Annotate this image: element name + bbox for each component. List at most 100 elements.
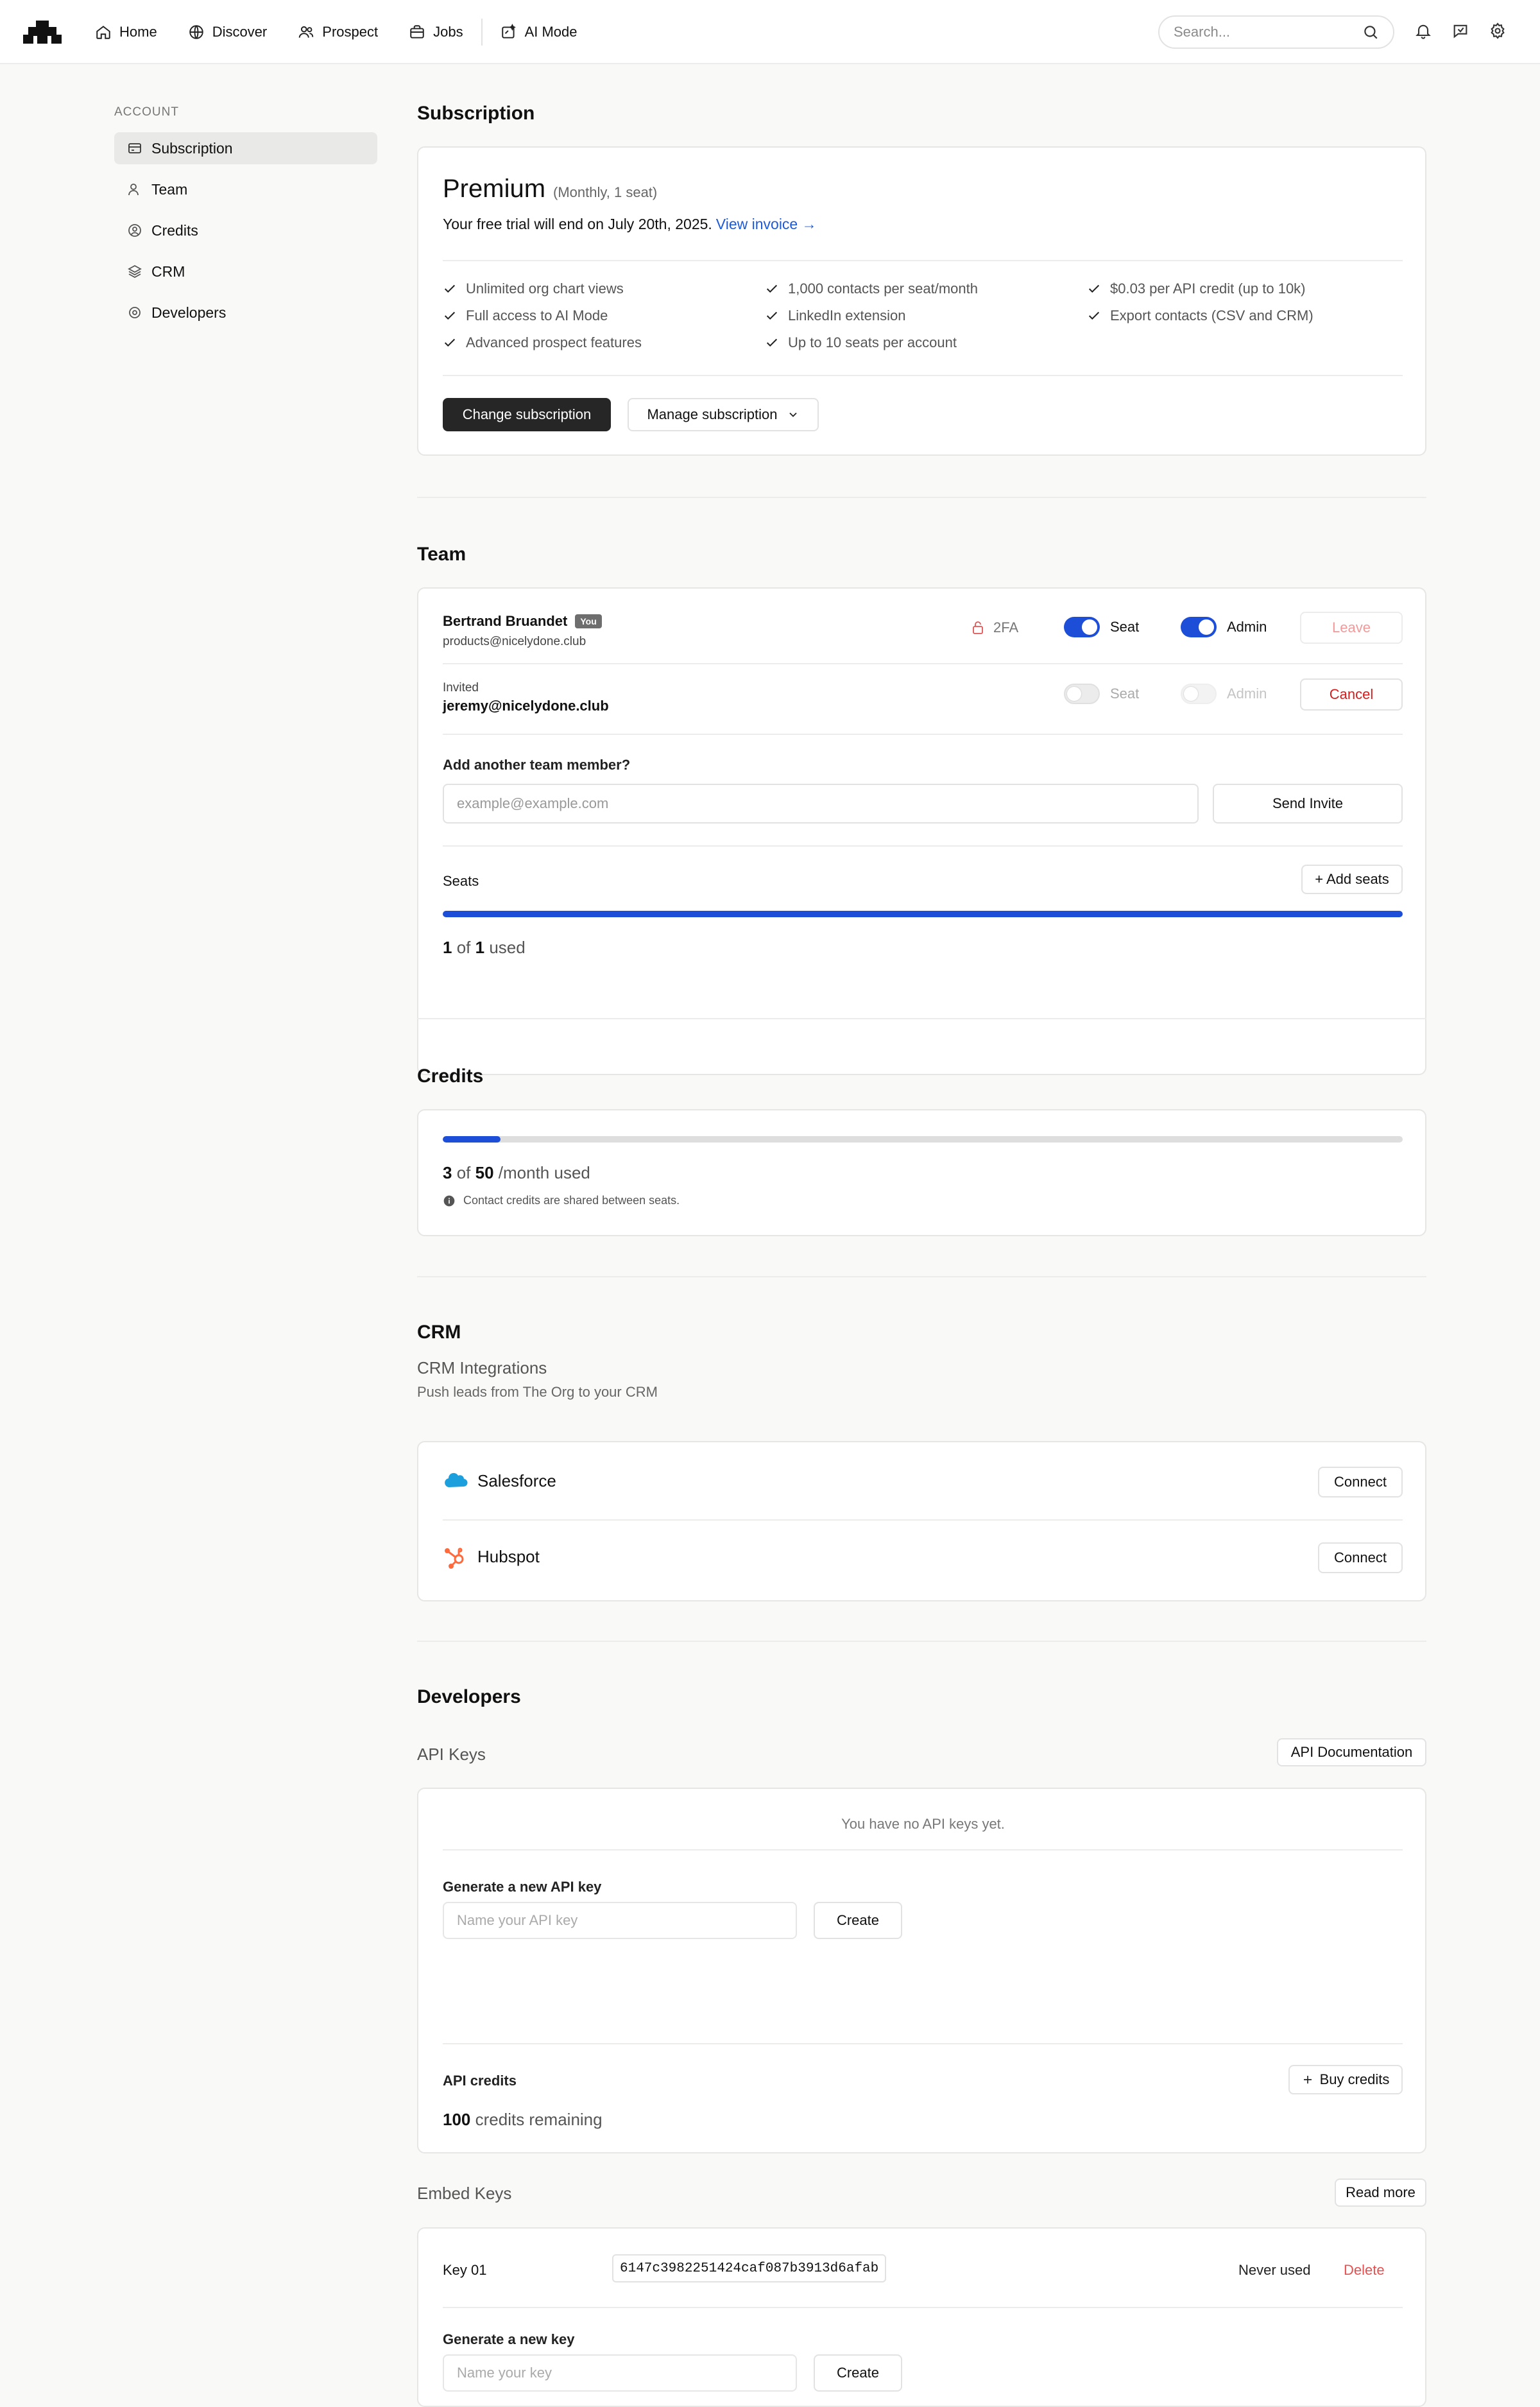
feature-text: $0.03 per API credit (up to 10k) xyxy=(1110,280,1306,297)
delete-embed-key-button[interactable]: Delete xyxy=(1344,2262,1385,2279)
admin-label: Admin xyxy=(1227,686,1267,702)
messages-button[interactable] xyxy=(1451,22,1469,44)
api-credits-value: 100 xyxy=(443,2110,471,2129)
member-seat-toggle[interactable] xyxy=(1064,617,1100,637)
nav-jobs[interactable]: Jobs xyxy=(409,24,463,40)
member-email: products@nicelydone.club xyxy=(443,635,586,648)
nav-home[interactable]: Home xyxy=(95,24,157,40)
check-icon xyxy=(1088,311,1100,320)
feature-text: Unlimited org chart views xyxy=(466,280,624,297)
feature-text: Export contacts (CSV and CRM) xyxy=(1110,307,1313,324)
user-icon xyxy=(128,184,139,196)
nav-discover-label: Discover xyxy=(212,24,268,40)
invite-admin-toggle-group: Admin xyxy=(1181,684,1267,704)
read-more-button[interactable]: Read more xyxy=(1335,2178,1426,2207)
connect-hubspot-button[interactable]: Connect xyxy=(1318,1542,1403,1573)
nav-prospect[interactable]: Prospect xyxy=(298,24,378,40)
invite-email-input[interactable] xyxy=(443,784,1199,824)
settings-sidebar: ACCOUNT Subscription Team Credits CRM De… xyxy=(114,105,377,338)
feature-item: LinkedIn extension xyxy=(765,307,1087,324)
member-admin-toggle-group: Admin xyxy=(1181,617,1267,637)
connect-salesforce-button[interactable]: Connect xyxy=(1318,1467,1403,1497)
sidebar-item-label: CRM xyxy=(151,263,185,280)
bell-icon xyxy=(1416,24,1431,39)
nav-ai-mode-label: AI Mode xyxy=(524,24,578,40)
feature-text: 1,000 contacts per seat/month xyxy=(788,280,978,297)
twofa-status[interactable]: 2FA xyxy=(970,619,1018,636)
check-icon xyxy=(766,284,778,293)
credits-card: 3 of 50 /month used Contact credits are … xyxy=(417,1109,1426,1236)
admin-label: Admin xyxy=(1227,619,1267,635)
embed-key-name-input[interactable] xyxy=(443,2354,797,2392)
team-title: Team xyxy=(417,544,466,565)
sidebar-item-team[interactable]: Team xyxy=(114,173,377,205)
feature-text: Advanced prospect features xyxy=(466,334,642,350)
sidebar-item-crm[interactable]: CRM xyxy=(114,255,377,288)
feature-text: LinkedIn extension xyxy=(788,307,906,324)
buy-credits-button[interactable]: Buy credits xyxy=(1288,2065,1403,2094)
globe-icon xyxy=(189,25,203,39)
settings-button[interactable] xyxy=(1489,22,1507,44)
search-input[interactable] xyxy=(1174,24,1362,40)
embed-key-name: Key 01 xyxy=(443,2262,487,2278)
seats-progress-bar xyxy=(443,911,1403,917)
credits-title: Credits xyxy=(417,1065,484,1087)
sidebar-item-developers[interactable]: Developers xyxy=(114,297,377,329)
plan-meta: (Monthly, 1 seat) xyxy=(553,184,658,200)
sidebar-item-subscription[interactable]: Subscription xyxy=(114,132,377,164)
leave-button[interactable]: Leave xyxy=(1300,612,1403,644)
manage-subscription-button[interactable]: Manage subscription xyxy=(628,398,819,431)
view-invoice-link[interactable]: View invoice → xyxy=(716,216,817,232)
check-icon xyxy=(766,338,778,347)
salesforce-cloud-icon xyxy=(445,1472,468,1487)
invited-email: jeremy@nicelydone.club xyxy=(443,698,609,714)
invite-seat-toggle[interactable] xyxy=(1064,684,1100,704)
divider xyxy=(443,1849,1403,1851)
sidebar-item-credits[interactable]: Credits xyxy=(114,214,377,246)
embed-key-value[interactable]: 6147c3982251424caf087b3913d6afab xyxy=(612,2254,887,2282)
invite-admin-toggle xyxy=(1181,684,1217,704)
trial-text: Your free trial will end on July 20th, 2… xyxy=(443,216,712,232)
nav-prospect-label: Prospect xyxy=(322,24,379,40)
embed-keys-label: Embed Keys xyxy=(417,2184,512,2203)
layers-icon xyxy=(128,264,142,279)
developers-title: Developers xyxy=(417,1686,521,1707)
lock-icon xyxy=(973,621,983,634)
feature-text: Up to 10 seats per account xyxy=(788,334,957,350)
sidebar-item-label: Subscription xyxy=(151,139,233,157)
sidebar-item-label: Developers xyxy=(151,304,227,321)
generate-api-key-label: Generate a new API key xyxy=(443,1879,602,1895)
credits-note-text: Contact credits are shared between seats… xyxy=(463,1194,680,1207)
create-api-key-button[interactable]: Create xyxy=(814,1902,902,1939)
manage-subscription-label: Manage subscription xyxy=(647,406,778,422)
chevron-down-icon xyxy=(789,412,797,417)
crm-description: Push leads from The Org to your CRM xyxy=(417,1384,658,1400)
cancel-invite-button[interactable]: Cancel xyxy=(1300,678,1403,711)
section-divider xyxy=(417,497,1426,498)
change-subscription-button[interactable]: Change subscription xyxy=(443,398,611,431)
credits-unit: /month used xyxy=(498,1163,590,1182)
users-icon xyxy=(298,26,314,38)
create-embed-key-button[interactable]: Create xyxy=(814,2354,902,2392)
nav-ai-mode[interactable]: AI Mode xyxy=(501,24,578,40)
nav-jobs-label: Jobs xyxy=(433,24,463,40)
seats-label: Seats xyxy=(443,873,479,889)
api-credits-label: API credits xyxy=(443,2073,517,2089)
feature-list: Unlimited org chart views 1,000 contacts… xyxy=(443,280,1403,350)
home-icon xyxy=(96,26,110,39)
api-key-name-input[interactable] xyxy=(443,1902,797,1939)
api-documentation-button[interactable]: API Documentation xyxy=(1277,1738,1426,1766)
search-icon[interactable] xyxy=(1362,24,1379,40)
member-admin-toggle[interactable] xyxy=(1181,617,1217,637)
feature-text: Full access to AI Mode xyxy=(466,307,608,324)
feature-item: 1,000 contacts per seat/month xyxy=(765,280,1087,297)
notifications-button[interactable] xyxy=(1414,22,1432,44)
send-invite-button[interactable]: Send Invite xyxy=(1213,784,1403,824)
crm-subtitle: CRM Integrations xyxy=(417,1358,547,1377)
feature-item: Unlimited org chart views xyxy=(443,280,765,297)
seats-used-value: 1 xyxy=(443,938,452,957)
divider xyxy=(443,375,1403,376)
add-seats-button[interactable]: + Add seats xyxy=(1301,865,1403,894)
nav-discover[interactable]: Discover xyxy=(188,24,268,40)
logo-icon[interactable] xyxy=(23,19,62,45)
